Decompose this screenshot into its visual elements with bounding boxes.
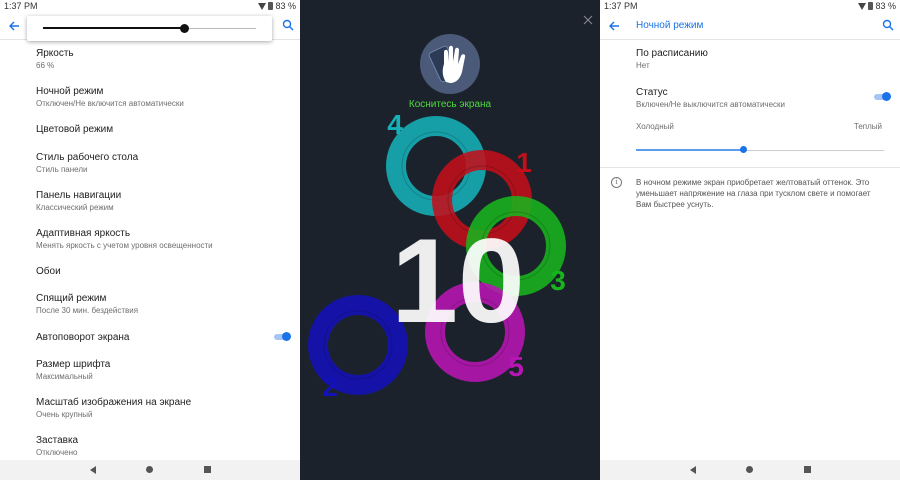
battery-icon <box>868 2 874 10</box>
setting-title: Стиль рабочего стола <box>36 152 139 163</box>
setting-summary: Стиль панели <box>36 165 88 174</box>
touch-label-2: 2 <box>322 371 338 402</box>
battery-icon <box>268 2 274 10</box>
nav-home-icon[interactable] <box>146 466 153 473</box>
search-icon[interactable] <box>882 19 894 31</box>
warm-label: Теплый <box>853 122 882 131</box>
display-settings-panel: 1:37 PM 83 % Яркость 66 % Ночной режим О… <box>0 0 300 480</box>
nav-back-icon[interactable] <box>90 466 96 474</box>
setting-desktop-style[interactable]: Стиль рабочего стола Стиль панели <box>36 151 290 175</box>
toggle-knob <box>282 332 291 341</box>
setting-display-size[interactable]: Масштаб изображения на экране Очень круп… <box>36 396 290 420</box>
status-time: 1:37 PM <box>4 1 38 11</box>
setting-font-size[interactable]: Размер шрифта Максимальный <box>36 358 290 382</box>
cold-label: Холодный <box>636 122 674 131</box>
toggle-knob <box>882 92 891 101</box>
setting-summary: Классический режим <box>36 203 114 212</box>
divider <box>600 167 900 168</box>
nav-recents-icon[interactable] <box>804 466 811 473</box>
search-icon[interactable] <box>282 19 294 31</box>
setting-wallpaper[interactable]: Обои <box>36 265 290 278</box>
multitouch-test-panel[interactable]: Коснитесь экрана 10 1 2 3 4 5 <box>300 0 600 480</box>
night-mode-status-toggle[interactable] <box>874 92 891 101</box>
setting-adaptive-brightness[interactable]: Адаптивная яркость Менять яркость с учет… <box>36 227 290 251</box>
wifi-icon <box>858 2 867 10</box>
setting-title: Автоповорот экрана <box>36 332 130 343</box>
intensity-track-fill <box>636 149 743 151</box>
touch-ring-inner-2 <box>323 310 393 380</box>
setting-summary: Менять яркость с учетом уровня освещенно… <box>36 241 213 250</box>
setting-sleep[interactable]: Спящий режим После 30 мин. бездействия <box>36 292 290 316</box>
page-title: Ночной режим <box>636 20 704 31</box>
screen-root: 1:37 PM 83 % Яркость 66 % Ночной режим О… <box>0 0 900 480</box>
nav-back-icon[interactable] <box>690 466 696 474</box>
setting-summary: Очень крупный <box>36 410 93 419</box>
setting-navigation-bar[interactable]: Панель навигации Классический режим <box>36 189 290 213</box>
nav-home-icon[interactable] <box>746 466 753 473</box>
autorotate-toggle[interactable] <box>274 332 291 341</box>
nav-bar <box>600 460 900 480</box>
setting-autorotate[interactable]: Автоповорот экрана <box>36 331 290 344</box>
setting-title: Размер шрифта <box>36 359 111 370</box>
night-mode-panel: 1:37 PM 83 % Ночной режим По расписанию … <box>600 0 900 480</box>
setting-summary: Нет <box>636 61 650 70</box>
brightness-track-fill <box>43 27 184 29</box>
touch-label-1: 1 <box>516 147 532 178</box>
setting-schedule[interactable]: По расписанию Нет <box>636 47 890 71</box>
setting-summary: Включен/Не выключится автоматически <box>636 100 786 109</box>
touch-label-4: 4 <box>387 109 403 140</box>
back-arrow-icon[interactable] <box>608 20 620 32</box>
setting-title: Цветовой режим <box>36 124 114 135</box>
battery-percent: 83 % <box>875 1 896 11</box>
setting-title: Заставка <box>36 435 79 446</box>
setting-brightness[interactable]: Яркость 66 % <box>36 47 290 71</box>
nav-recents-icon[interactable] <box>204 466 211 473</box>
setting-summary: После 30 мин. бездействия <box>36 306 139 315</box>
setting-color-mode[interactable]: Цветовой режим <box>36 123 290 136</box>
setting-title: Ночной режим <box>36 86 104 97</box>
nav-bar <box>0 460 300 480</box>
status-time: 1:37 PM <box>604 1 638 11</box>
touch-label-3: 3 <box>550 265 566 296</box>
status-bar: 1:37 PM 83 % <box>0 0 300 12</box>
status-bar: 1:37 PM 83 % <box>600 0 900 12</box>
back-arrow-icon[interactable] <box>8 20 20 32</box>
touch-label-5: 5 <box>508 351 524 382</box>
setting-summary: Максимальный <box>36 372 93 381</box>
setting-summary: Отключен/Не включится автоматически <box>36 99 184 108</box>
touch-points-canvas: 10 1 2 3 4 5 <box>308 109 566 402</box>
setting-status[interactable]: Статус Включен/Не выключится автоматичес… <box>636 86 890 110</box>
setting-summary: Отключено <box>36 448 78 457</box>
setting-title: Спящий режим <box>36 293 107 304</box>
touch-count: 10 <box>391 214 524 348</box>
setting-title: Яркость <box>36 48 74 59</box>
setting-screensaver[interactable]: Заставка Отключено <box>36 434 290 458</box>
setting-title: Обои <box>36 266 61 277</box>
brightness-slider-popup[interactable] <box>27 16 272 41</box>
intensity-thumb[interactable] <box>739 146 747 153</box>
setting-title: Масштаб изображения на экране <box>36 397 192 408</box>
night-mode-info-text: В ночном режиме экран приобретает желтов… <box>636 178 871 209</box>
info-icon: i <box>611 177 622 188</box>
status-icons: 83 % <box>258 0 296 12</box>
brightness-thumb[interactable] <box>179 24 189 33</box>
setting-summary: 66 % <box>36 61 55 70</box>
wifi-icon <box>258 2 267 10</box>
close-icon[interactable] <box>582 14 594 26</box>
battery-percent: 83 % <box>275 1 296 11</box>
setting-title: По расписанию <box>636 48 708 59</box>
touch-hand-icon <box>420 34 480 94</box>
setting-title: Панель навигации <box>36 190 122 201</box>
setting-night-mode[interactable]: Ночной режим Отключен/Не включится автом… <box>36 85 290 109</box>
status-icons: 83 % <box>858 0 896 12</box>
setting-title: Статус <box>636 87 668 98</box>
setting-title: Адаптивная яркость <box>36 228 131 239</box>
